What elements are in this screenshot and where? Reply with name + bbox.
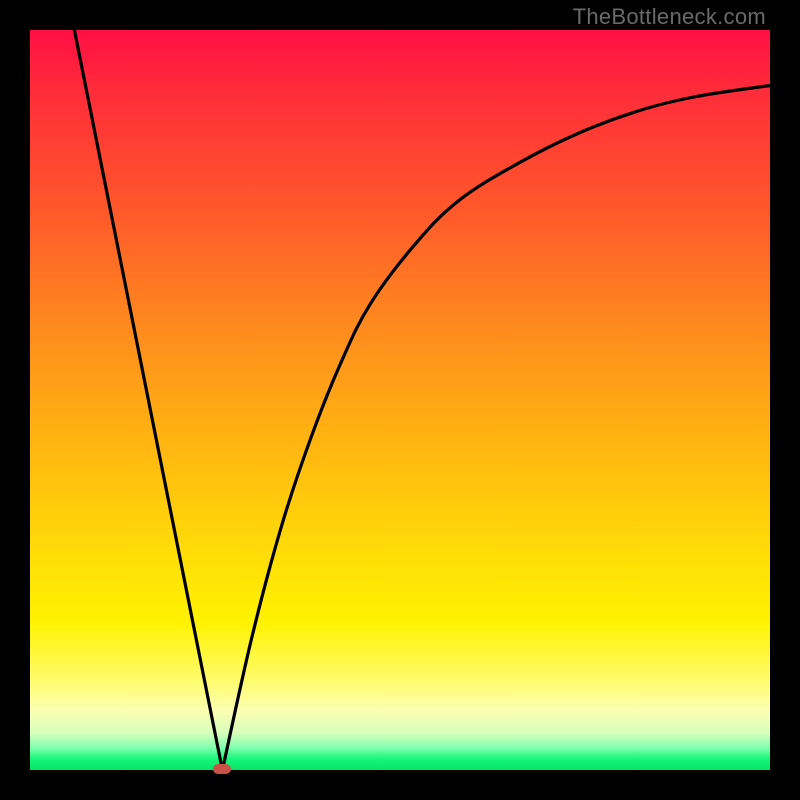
plot-area: [30, 30, 770, 770]
bottleneck-curve: [30, 30, 770, 770]
curve-path: [74, 30, 770, 770]
optimal-marker: [213, 764, 231, 774]
chart-frame: TheBottleneck.com: [0, 0, 800, 800]
watermark-text: TheBottleneck.com: [573, 4, 766, 30]
